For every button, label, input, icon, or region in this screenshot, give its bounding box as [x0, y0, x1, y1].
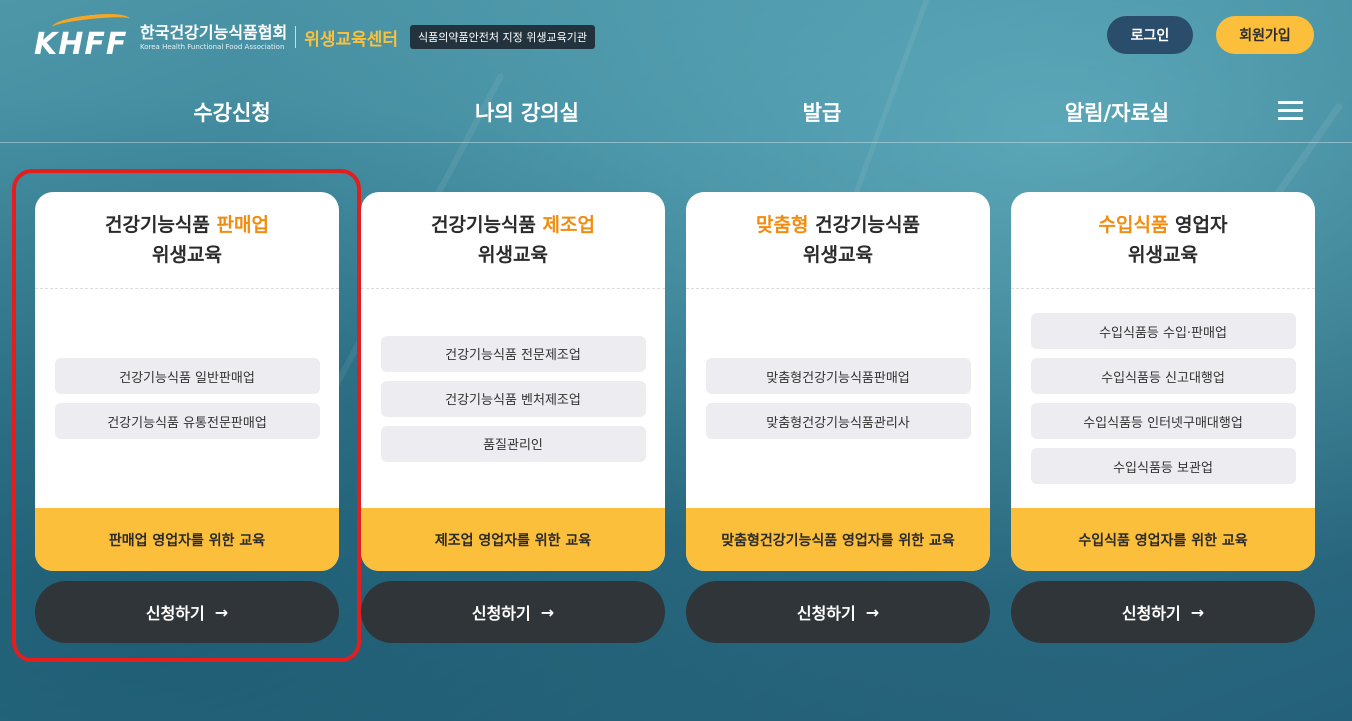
nav-item-my-classroom[interactable]: 나의 강의실: [475, 97, 579, 127]
main-nav: 수강신청 나의 강의실 발급 알림/자료실: [0, 80, 1352, 143]
card-title-accent: 제조업: [542, 214, 595, 236]
khff-logo-mark: KHFF: [34, 10, 131, 62]
card-title-line2: 위생교육: [803, 244, 873, 266]
logo-text: KHFF: [34, 27, 128, 62]
nav-item-enroll[interactable]: 수강신청: [193, 97, 270, 127]
course-card-import: 수입식품 영업자 위생교육 수입식품등 수입·판매업 수입식품등 신고대행업 수…: [1011, 192, 1315, 571]
card-body: 맞춤형건강기능식품판매업 맞춤형건강기능식품관리사: [686, 289, 990, 508]
designation-badge: 식품의약품안전처 지정 위생교육기관: [410, 25, 595, 49]
arrow-right-icon: →: [540, 602, 555, 622]
card-title-accent: 수입식품: [1098, 214, 1169, 236]
card-title-line2: 위생교육: [1128, 244, 1198, 266]
arrow-right-icon: →: [865, 602, 880, 622]
card-title-line2: 위생교육: [478, 244, 548, 266]
card-footer: 수입식품 영업자를 위한 교육: [1011, 508, 1315, 571]
business-type-item[interactable]: 수입식품등 수입·판매업: [1030, 313, 1296, 349]
business-type-item[interactable]: 맞춤형건강기능식품판매업: [705, 358, 971, 394]
card-title: 수입식품 영업자: [1098, 214, 1228, 236]
card-footer: 맞춤형건강기능식품 영업자를 위한 교육: [686, 508, 990, 571]
site-header: KHFF 한국건강기능식품협회 Korea Health Functional …: [0, 0, 1352, 80]
org-name: 한국건강기능식품협회: [140, 22, 288, 42]
org-name-en: Korea Health Functional Food Association: [140, 42, 285, 51]
apply-button-label: 신청하기: [1121, 604, 1181, 623]
nav-item-issue[interactable]: 발급: [803, 97, 842, 127]
business-type-item[interactable]: 건강기능식품 벤처제조업: [380, 380, 646, 417]
course-card-customized: 맞춤형 건강기능식품 위생교육 맞춤형건강기능식품판매업 맞춤형건강기능식품관리…: [686, 192, 990, 571]
site-logo[interactable]: KHFF 한국건강기능식품협회 Korea Health Functional …: [34, 10, 595, 62]
business-type-item[interactable]: 수입식품등 보관업: [1030, 448, 1296, 484]
join-button[interactable]: 회원가입: [1216, 16, 1314, 54]
card-title: 맞춤형 건강기능식품: [756, 214, 920, 236]
arrow-right-icon: →: [1190, 602, 1205, 622]
apply-button-manufacturing[interactable]: 신청하기 →: [361, 581, 665, 643]
card-title: 건강기능식품 제조업: [431, 214, 595, 236]
apply-button-label: 신청하기: [471, 604, 531, 623]
highlight-box: [12, 169, 361, 662]
business-type-item[interactable]: 품질관리인: [380, 425, 646, 462]
logo-divider: [295, 26, 297, 48]
business-type-item[interactable]: 수입식품등 인터넷구매대행업: [1030, 403, 1296, 439]
card-title-accent: 맞춤형: [756, 214, 809, 236]
business-type-item[interactable]: 수입식품등 신고대행업: [1030, 358, 1296, 394]
card-header: 맞춤형 건강기능식품 위생교육: [686, 192, 990, 289]
apply-button-label: 신청하기: [796, 604, 856, 623]
hamburger-icon[interactable]: [1278, 101, 1303, 121]
org-name-block: 한국건강기능식품협회 Korea Health Functional Food …: [140, 23, 287, 52]
apply-button-customized[interactable]: 신청하기 →: [686, 581, 990, 643]
apply-button-import[interactable]: 신청하기 →: [1011, 581, 1315, 643]
center-name: 위생교육센터: [304, 29, 399, 50]
login-button[interactable]: 로그인: [1107, 16, 1193, 54]
card-body: 건강기능식품 전문제조업 건강기능식품 벤처제조업 품질관리인: [361, 289, 665, 508]
card-header: 수입식품 영업자 위생교육: [1011, 192, 1315, 289]
business-type-item[interactable]: 건강기능식품 전문제조업: [380, 335, 646, 372]
nav-item-notice[interactable]: 알림/자료실: [1065, 97, 1169, 127]
business-type-item[interactable]: 맞춤형건강기능식품관리사: [705, 403, 971, 439]
card-header: 건강기능식품 제조업 위생교육: [361, 192, 665, 289]
card-footer: 제조업 영업자를 위한 교육: [361, 508, 665, 571]
card-body: 수입식품등 수입·판매업 수입식품등 신고대행업 수입식품등 인터넷구매대행업 …: [1011, 289, 1315, 508]
course-card-manufacturing: 건강기능식품 제조업 위생교육 건강기능식품 전문제조업 건강기능식품 벤처제조…: [361, 192, 665, 571]
